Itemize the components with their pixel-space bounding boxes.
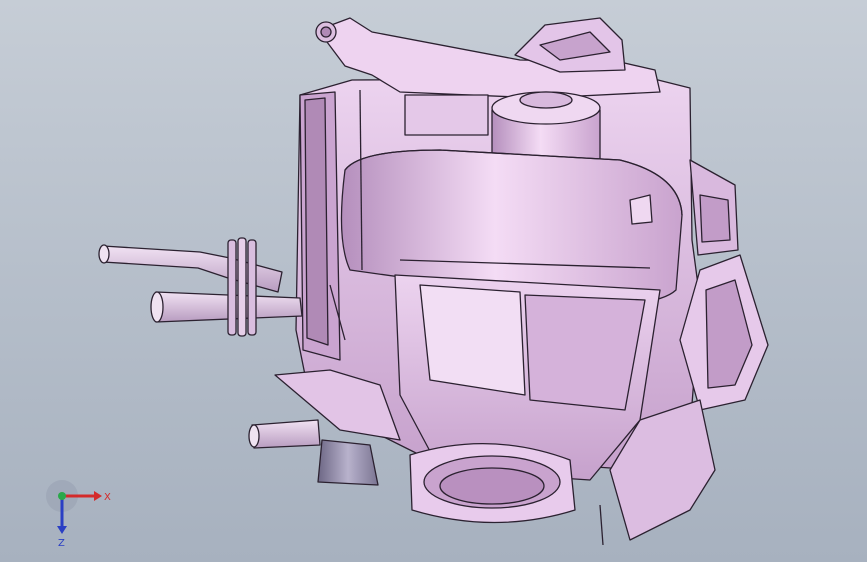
coordinate-triad: X Z [46,480,111,549]
hose-middle [150,291,303,323]
left-side-strip [304,97,329,346]
z-axis-label: Z [58,538,65,549]
upper-pane [404,94,489,136]
hose-lower [248,419,321,449]
dark-cylinder [317,439,379,486]
hose-clamps [227,237,257,337]
x-axis-label: X [104,492,111,503]
3d-viewport[interactable]: X Z [0,0,867,562]
y-axis-dot [58,492,66,500]
cad-model[interactable] [0,0,867,562]
